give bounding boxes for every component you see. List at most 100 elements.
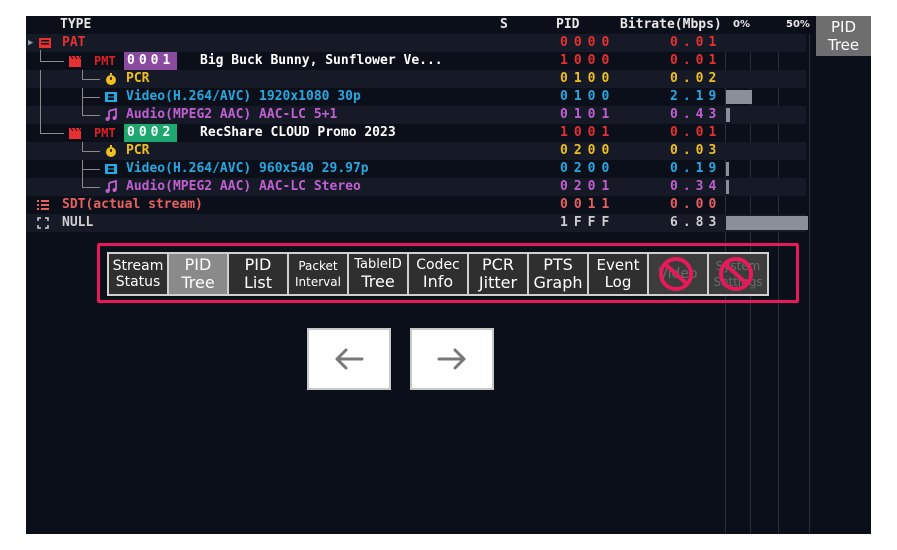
button-label-line2: List bbox=[244, 273, 272, 292]
button-label-line1: TableID bbox=[354, 257, 402, 272]
clapperboard-icon bbox=[69, 55, 82, 67]
col-header-s: S bbox=[500, 17, 508, 32]
program-number-badge: 0002 bbox=[124, 124, 178, 142]
row-label: NULL bbox=[62, 215, 94, 230]
row-bitrate: 6.83 bbox=[670, 215, 722, 230]
row-pid: 0011 bbox=[560, 197, 616, 212]
row-label: Audio(MPEG2 AAC) AAC-LC Stereo bbox=[126, 179, 361, 194]
row-pid: 0000 bbox=[560, 35, 616, 50]
row-bitrate: 0.02 bbox=[670, 71, 722, 86]
tree-row-pat[interactable]: ▶ PAT 0000 0.01 bbox=[26, 34, 806, 52]
button-label-line2: Status bbox=[115, 274, 161, 290]
tree-line bbox=[82, 178, 83, 187]
view-button-line2: Tree bbox=[827, 36, 860, 54]
music-note-icon bbox=[105, 108, 117, 121]
tree-line bbox=[40, 61, 64, 62]
button-label-line1: Packet bbox=[298, 259, 338, 273]
tree-line bbox=[82, 142, 83, 151]
packet-interval-button[interactable]: Packet Interval bbox=[289, 254, 347, 294]
bitrate-bar bbox=[726, 180, 729, 194]
tree-row-sdt[interactable]: SDT(actual stream) 0011 0.00 bbox=[26, 196, 806, 214]
row-pid: 1000 bbox=[560, 53, 616, 68]
row-bitrate: 0.19 bbox=[670, 161, 722, 176]
bitrate-bar bbox=[726, 90, 752, 104]
tableid-tree-button[interactable]: TableID Tree bbox=[349, 254, 407, 294]
tree-line bbox=[82, 115, 100, 116]
row-label: SDT(actual stream) bbox=[62, 197, 203, 212]
tree-row-null[interactable]: NULL 1FFF 6.83 bbox=[26, 214, 808, 232]
tree-row-pmt[interactable]: PMT 0001 Big Buck Bunny, Sunflower Ve...… bbox=[26, 50, 806, 70]
previous-button[interactable] bbox=[307, 328, 391, 390]
tree-line bbox=[82, 151, 100, 152]
tree-line bbox=[40, 133, 64, 134]
arrow-right-icon bbox=[437, 348, 466, 370]
row-pid: 0201 bbox=[560, 179, 616, 194]
row-label: PAT bbox=[62, 35, 86, 50]
event-log-button[interactable]: Event Log bbox=[589, 254, 647, 294]
system-settings-button[interactable]: System Settings bbox=[709, 254, 767, 294]
stopwatch-icon bbox=[106, 73, 116, 85]
tree-line bbox=[82, 169, 100, 170]
view-toolbar: Stream Status PID Tree PID List Packet I… bbox=[107, 252, 769, 296]
view-button-line1: PID bbox=[830, 18, 857, 36]
tree-line bbox=[82, 97, 100, 98]
bitrate-bar bbox=[726, 216, 808, 230]
pid-list-button[interactable]: PID List bbox=[229, 254, 287, 294]
row-label: Audio(MPEG2 AAC) AAC-LC 5+1 bbox=[126, 107, 338, 122]
row-pid: 0101 bbox=[560, 107, 616, 122]
row-label: RecShare CLOUD Promo 2023 bbox=[200, 125, 396, 140]
row-bitrate: 0.01 bbox=[670, 35, 722, 50]
codec-info-button[interactable]: Codec Info bbox=[409, 254, 467, 294]
button-label-line1: PCR bbox=[482, 255, 514, 274]
button-label-line1: PID bbox=[184, 255, 212, 274]
tree-line bbox=[82, 70, 83, 79]
table-icon bbox=[39, 38, 51, 48]
tree-line bbox=[40, 88, 41, 106]
col-header-pid: PID bbox=[556, 17, 580, 32]
film-icon bbox=[105, 164, 117, 174]
stopwatch-icon bbox=[106, 145, 116, 157]
pmt-tag: PMT bbox=[94, 54, 116, 68]
bitrate-bar bbox=[726, 162, 729, 176]
tree-row-pmt[interactable]: PMT 0002 RecShare CLOUD Promo 2023 1001 … bbox=[26, 124, 806, 142]
music-note-icon bbox=[105, 180, 117, 193]
button-label-line1: Event bbox=[596, 256, 640, 274]
tree-line bbox=[40, 124, 41, 133]
button-label-line2: Graph bbox=[533, 273, 583, 292]
row-pid: 0200 bbox=[560, 161, 616, 176]
row-pid: 1FFF bbox=[560, 215, 616, 230]
tree-line bbox=[82, 106, 83, 115]
pts-graph-button[interactable]: PTS Graph bbox=[529, 254, 587, 294]
film-icon bbox=[105, 92, 117, 102]
button-label-line1: PID bbox=[244, 255, 272, 274]
row-bitrate: 0.01 bbox=[670, 53, 722, 68]
stream-status-button[interactable]: Stream Status bbox=[109, 254, 167, 294]
tree-row-audio[interactable]: Audio(MPEG2 AAC) AAC-LC Stereo 0201 0.34 bbox=[26, 178, 806, 196]
tree-row-pcr[interactable]: PCR 0200 0.03 bbox=[26, 142, 806, 160]
list-icon bbox=[37, 200, 49, 210]
video-button[interactable]: Video bbox=[649, 254, 707, 294]
button-label-line1: Codec bbox=[416, 257, 460, 273]
tree-row-audio[interactable]: Audio(MPEG2 AAC) AAC-LC 5+1 0101 0.43 bbox=[26, 106, 806, 124]
prohibited-icon bbox=[719, 257, 753, 291]
row-pid: 1001 bbox=[560, 125, 616, 140]
tree-row-video[interactable]: Video(H.264/AVC) 1920x1080 30p 0100 2.19 bbox=[26, 88, 806, 106]
button-label-line1: Stream bbox=[112, 258, 164, 274]
scale-0-label: 0% bbox=[733, 19, 750, 30]
row-pid: 0200 bbox=[560, 143, 616, 158]
pcr-jitter-button[interactable]: PCR Jitter bbox=[469, 254, 527, 294]
prohibited-icon bbox=[659, 257, 693, 291]
tree-row-pcr[interactable]: PCR 0100 0.02 bbox=[26, 70, 806, 88]
expand-arrow-icon[interactable]: ▶ bbox=[28, 34, 33, 52]
row-bitrate: 0.43 bbox=[670, 107, 722, 122]
pid-tree-button[interactable]: PID Tree bbox=[169, 254, 227, 294]
button-label-line2: Tree bbox=[361, 272, 395, 291]
arrow-left-icon bbox=[335, 348, 364, 370]
scale-gridline bbox=[809, 34, 810, 534]
row-bitrate: 2.19 bbox=[670, 89, 722, 104]
next-button[interactable] bbox=[410, 328, 494, 390]
tree-row-video[interactable]: Video(H.264/AVC) 960x540 29.97p 0200 0.1… bbox=[26, 160, 806, 178]
col-header-type: TYPE bbox=[60, 17, 92, 32]
pid-tree-view-button[interactable]: PID Tree bbox=[816, 16, 871, 56]
button-label-line2: Tree bbox=[181, 273, 215, 292]
